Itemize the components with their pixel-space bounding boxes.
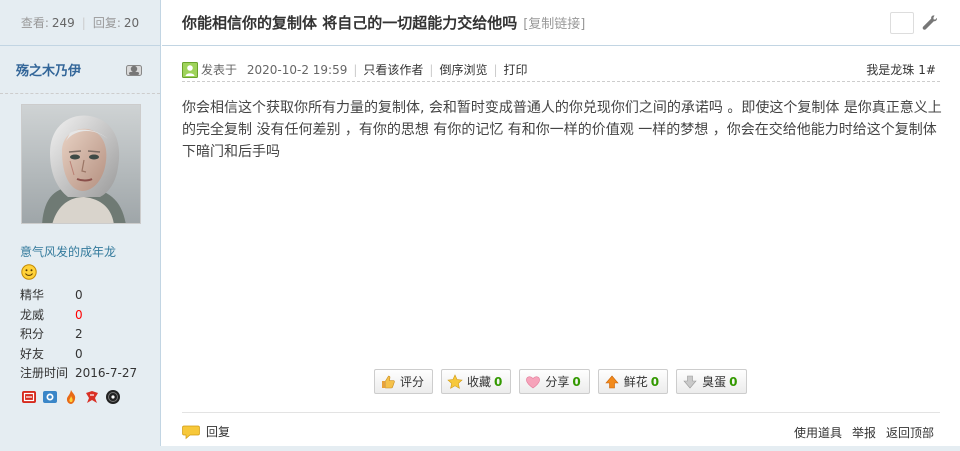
rate-button[interactable]: 评分 [374, 369, 434, 394]
profile-key: 积分 [20, 327, 45, 341]
wrench-icon[interactable] [920, 13, 940, 33]
stats-divider: | [81, 15, 86, 30]
profile-value[interactable]: 2 [75, 325, 83, 345]
profile-row-friends: 好友 0 [20, 345, 150, 365]
profile-value[interactable]: 0 [75, 286, 83, 306]
reverse-order-link[interactable]: 倒序浏览 [439, 61, 487, 78]
report-link[interactable]: 举报 [852, 424, 876, 441]
post-action-bar: 评分 收藏 0 分享 0 鲜花 0 臭蛋 0 [374, 369, 747, 394]
user-group-link[interactable]: 意气风发的成年龙 [20, 243, 116, 260]
blank-tool-button[interactable] [890, 12, 914, 34]
meta-divider: | [493, 62, 498, 77]
medal-list [21, 389, 121, 405]
profile-row-points: 积分 2 [20, 325, 150, 345]
author-name-link[interactable]: 殇之木乃伊 [16, 60, 81, 79]
author-row: 殇之木乃伊 [0, 46, 160, 94]
post-avatar-icon [182, 61, 198, 78]
profile-stats: 精华 0 龙威 0 积分 2 好友 0 注册时间 2016-7-27 [20, 286, 150, 384]
profile-value: 0 [75, 307, 83, 322]
only-author-link[interactable]: 只看该作者 [363, 61, 423, 78]
arrow-up-icon [604, 374, 620, 390]
post-meta-bar: 发表于 2020-10-2 19:59 | 只看该作者 | 倒序浏览 | 打印 … [182, 58, 940, 82]
red-seal-medal-icon[interactable] [21, 389, 37, 405]
favorite-count: 0 [494, 374, 503, 389]
floor-number[interactable]: 1# [918, 63, 936, 77]
post-time: 发表于 2020-10-2 19:59 [201, 61, 347, 78]
profile-key: 精华 [20, 288, 45, 302]
star-icon [447, 373, 463, 390]
share-count: 0 [572, 374, 581, 389]
profile-row-digest: 精华 0 [20, 286, 150, 306]
profile-card-icon[interactable] [126, 63, 142, 77]
meta-divider: | [353, 62, 358, 77]
share-button[interactable]: 分享 0 [519, 369, 590, 394]
blue-card-medal-icon[interactable] [42, 389, 58, 405]
profile-row-register-date: 注册时间 2016-7-27 [20, 364, 150, 384]
favorite-label: 收藏 [467, 375, 492, 389]
profile-key: 好友 [20, 346, 45, 361]
profile-value[interactable]: 0 [75, 345, 83, 365]
flame-medal-icon[interactable] [63, 389, 79, 405]
rate-label: 评分 [400, 375, 425, 389]
back-to-top-link[interactable]: 返回顶部 [886, 424, 934, 441]
share-label: 分享 [545, 375, 570, 389]
red-ribbon-medal-icon[interactable] [84, 389, 100, 405]
replies-label: 回复: [92, 16, 121, 30]
title-tools [890, 12, 940, 34]
views-count: 249 [51, 15, 75, 30]
favorite-button[interactable]: 收藏 0 [441, 369, 512, 394]
reply-bubble-icon [182, 424, 200, 440]
meta-divider: | [429, 62, 434, 77]
rotten-egg-button[interactable]: 臭蛋 0 [676, 369, 747, 394]
post-area: 你能相信你的复制体 将自己的一切超能力交给他吗 [复制链接] 发表于 2020-… [162, 0, 960, 451]
views-label: 查看: [20, 16, 49, 30]
replies-count: 20 [123, 15, 140, 30]
arrow-down-icon [682, 374, 698, 390]
author-sidebar: 查看: 249 | 回复: 20 殇之木乃伊 意气风发的成年龙 精华 0 龙威 … [0, 0, 161, 451]
thread-stats: 查看: 249 | 回复: 20 [0, 0, 160, 46]
smiley-badge-icon [21, 264, 37, 280]
rotten-egg-count: 0 [729, 374, 738, 389]
flower-count: 0 [650, 374, 660, 389]
vinyl-medal-icon[interactable] [105, 389, 121, 405]
thumbs-up-icon [380, 374, 396, 390]
use-item-link[interactable]: 使用道具 [794, 424, 842, 441]
posted-prefix: 发表于 [201, 63, 238, 77]
thread-title: 你能相信你的复制体 将自己的一切超能力交给他吗 [182, 14, 518, 32]
thread-title-bar: 你能相信你的复制体 将自己的一切超能力交给他吗 [复制链接] [162, 0, 960, 46]
bottom-divider [0, 446, 960, 451]
profile-row-dragon-power: 龙威 0 [20, 306, 150, 326]
copy-link-button[interactable]: [复制链接] [523, 13, 585, 32]
flower-button[interactable]: 鲜花 0 [597, 369, 669, 394]
reply-label: 回复 [206, 425, 231, 439]
profile-key: 注册时间 [20, 366, 69, 380]
profile-value: 2016-7-27 [75, 366, 138, 380]
floor-label[interactable]: 我是龙珠 [866, 63, 914, 77]
profile-key: 龙威 [20, 307, 45, 322]
post-timestamp: 2020-10-2 19:59 [246, 63, 348, 77]
heart-icon [525, 374, 541, 390]
rotten-egg-label: 臭蛋 [702, 375, 727, 389]
post-content: 你会相信这个获取你所有力量的复制体, 会和暂时变成普通人的你兑现你们之间的承诺吗… [182, 100, 942, 160]
reply-button[interactable]: 回复 [182, 423, 230, 440]
avatar[interactable] [21, 104, 141, 224]
footer-links: 使用道具 举报 返回顶部 [794, 424, 934, 441]
floor-indicator: 我是龙珠 1# [866, 58, 936, 82]
print-link[interactable]: 打印 [504, 61, 528, 78]
flower-label: 鲜花 [623, 375, 648, 389]
